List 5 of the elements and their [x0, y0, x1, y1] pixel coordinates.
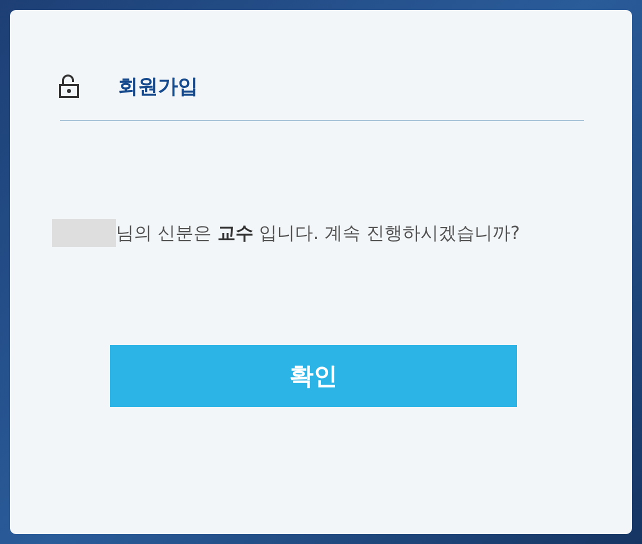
- blurred-name: [52, 219, 116, 247]
- confirm-button[interactable]: 확인: [110, 345, 517, 407]
- confirmation-message: 님의 신분은 교수 입니다. 계속 진행하시겠습니까?: [116, 222, 520, 245]
- unlocked-padlock-icon: [58, 74, 80, 98]
- dialog-title: 회원가입: [118, 72, 198, 100]
